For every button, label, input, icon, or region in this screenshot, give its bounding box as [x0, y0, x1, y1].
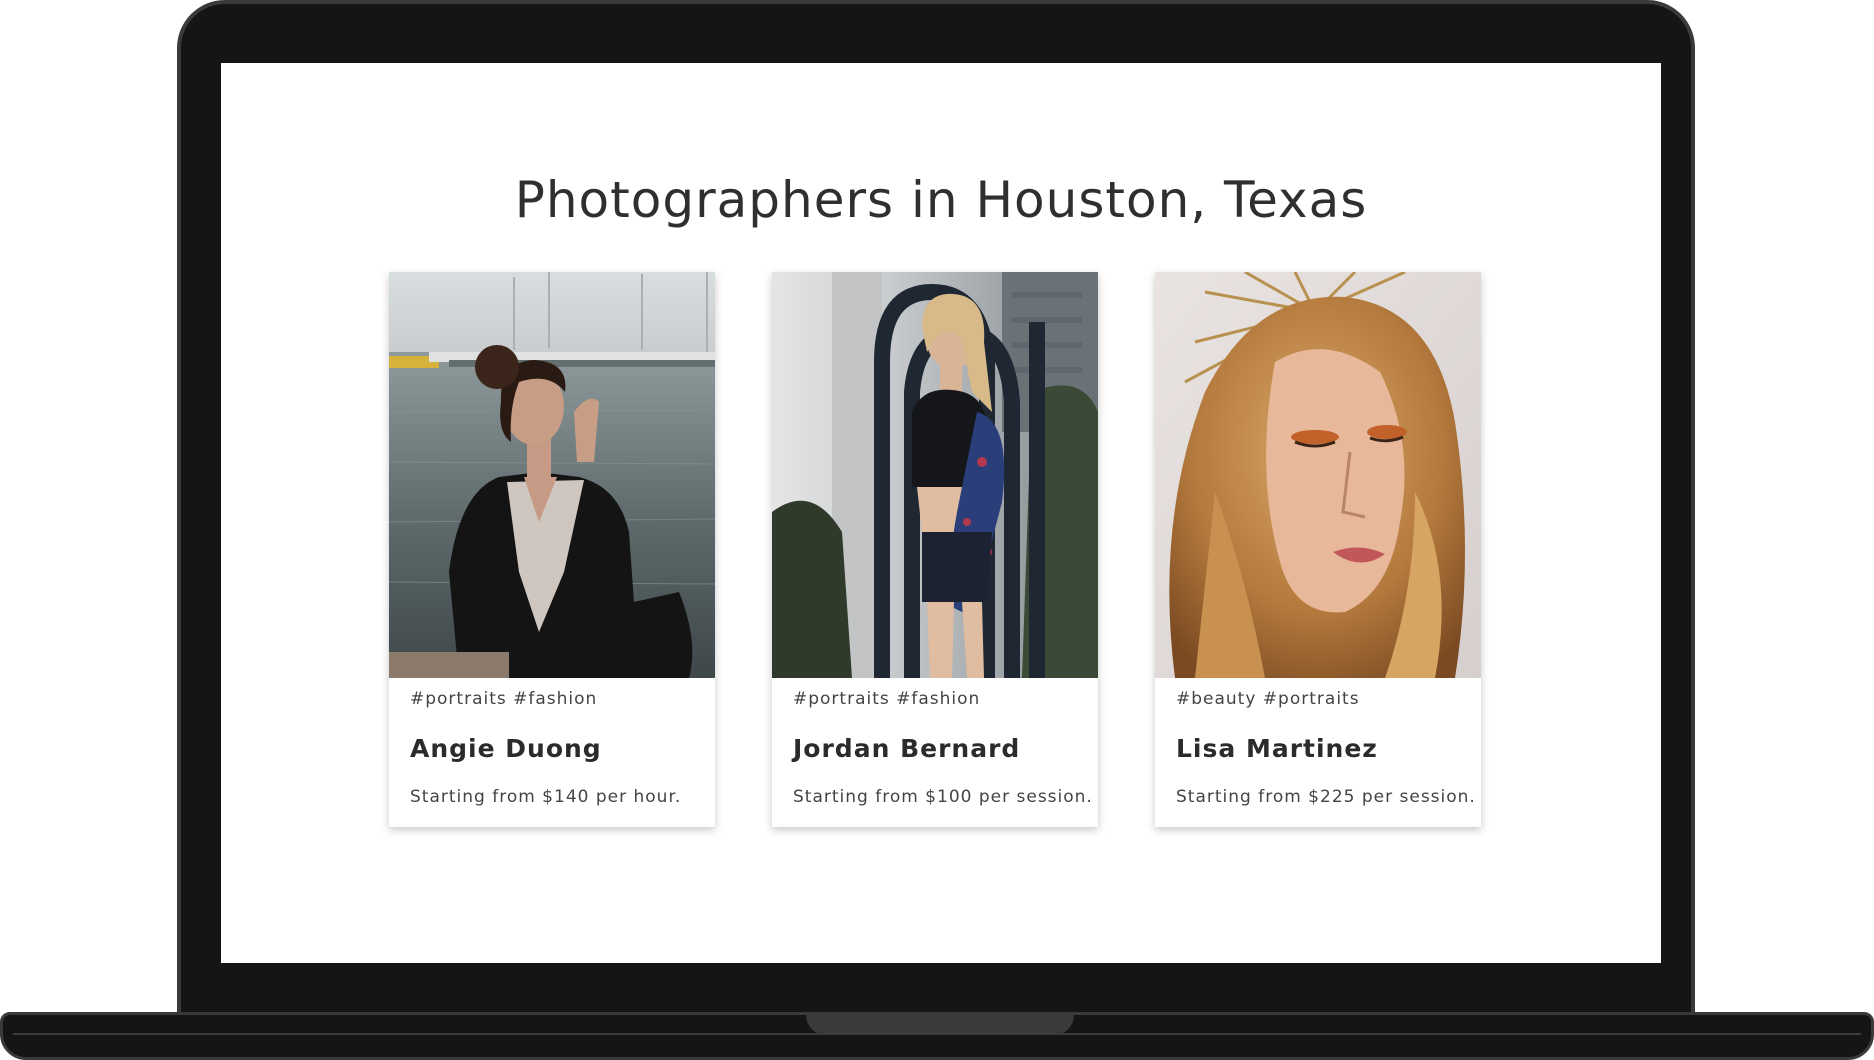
photographer-cards: #portraits #fashion Angie Duong Starting… — [389, 272, 1481, 827]
card-tags[interactable]: #portraits #fashion — [793, 686, 1077, 712]
photographer-name[interactable]: Lisa Martinez — [1176, 732, 1460, 766]
page-title: Photographers in Houston, Texas — [514, 171, 1368, 229]
card-price: Starting from $140 per hour. — [410, 787, 682, 807]
photographer-photo[interactable] — [772, 272, 1098, 678]
portrait-photo-sculpture — [772, 272, 1098, 678]
trackpad-notch — [806, 1015, 1074, 1035]
laptop-screen: Photographers in Houston, Texas #portrai… — [221, 63, 1661, 963]
photographer-card[interactable]: #portraits #fashion Angie Duong Starting… — [389, 272, 715, 827]
photographer-name[interactable]: Jordan Bernard — [793, 732, 1077, 766]
photographer-card[interactable]: #portraits #fashion Jordan Bernard Start… — [772, 272, 1098, 827]
photographer-photo[interactable] — [389, 272, 715, 678]
photographer-card[interactable]: #beauty #portraits Lisa Martinez Startin… — [1155, 272, 1481, 827]
laptop-base — [0, 1012, 1874, 1060]
portrait-photo-harbor — [389, 272, 715, 678]
photographer-name[interactable]: Angie Duong — [410, 732, 694, 766]
photographer-photo[interactable] — [1155, 272, 1481, 678]
portrait-photo-beauty — [1155, 272, 1481, 678]
card-price: Starting from $100 per session. — [793, 787, 1093, 807]
laptop-mockup: Photographers in Houston, Texas #portrai… — [0, 0, 1874, 1060]
card-price: Starting from $225 per session. — [1176, 787, 1476, 807]
card-tags[interactable]: #portraits #fashion — [410, 686, 694, 712]
card-tags[interactable]: #beauty #portraits — [1176, 686, 1460, 712]
